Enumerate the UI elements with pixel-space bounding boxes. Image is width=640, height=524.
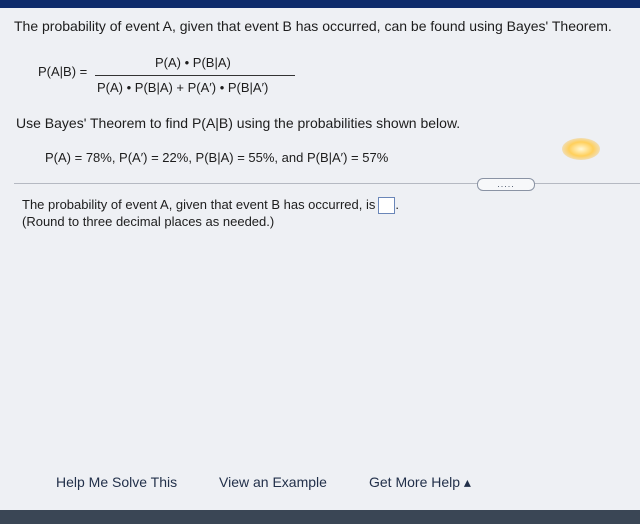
formula-denominator: P(A) • P(B|A) + P(A′) • P(B|A′) bbox=[97, 80, 269, 95]
answer-prompt: The probability of event A, given that e… bbox=[22, 197, 376, 212]
expand-button[interactable]: ..... bbox=[477, 178, 535, 191]
get-more-help-link[interactable]: Get More Help ▴ bbox=[369, 474, 471, 491]
given-probabilities: P(A) = 78%, P(A′) = 22%, P(B|A) = 55%, a… bbox=[45, 150, 389, 165]
bottom-strip bbox=[0, 510, 640, 524]
view-example-link[interactable]: View an Example bbox=[219, 474, 327, 490]
answer-input[interactable] bbox=[378, 197, 396, 215]
answer-line: The probability of event A, given that e… bbox=[22, 197, 399, 215]
answer-period: . bbox=[395, 197, 399, 212]
help-me-solve-link[interactable]: Help Me Solve This bbox=[56, 474, 177, 490]
section-divider bbox=[14, 183, 640, 184]
rounding-note: (Round to three decimal places as needed… bbox=[22, 214, 275, 229]
fraction-bar bbox=[95, 75, 295, 76]
formula-lhs: P(A|B) = bbox=[38, 64, 88, 79]
screen-glare bbox=[562, 138, 600, 160]
question-panel bbox=[0, 8, 640, 512]
formula-numerator: P(A) • P(B|A) bbox=[155, 55, 231, 70]
problem-intro: The probability of event A, given that e… bbox=[14, 18, 612, 34]
problem-instruction: Use Bayes' Theorem to find P(A|B) using … bbox=[16, 115, 461, 131]
